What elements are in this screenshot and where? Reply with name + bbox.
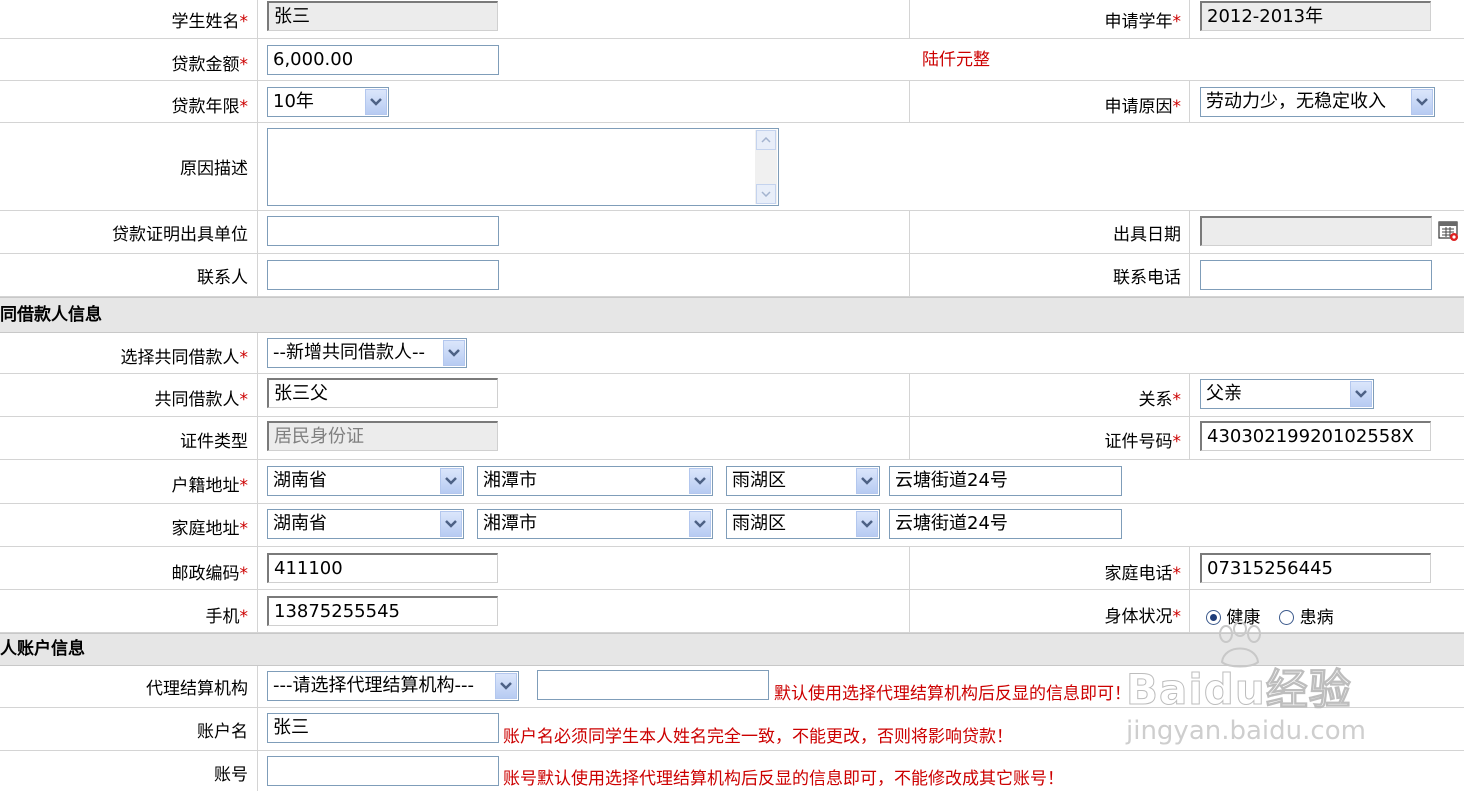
chevron-down-icon[interactable] <box>1411 89 1433 115</box>
cert-unit-label: 贷款证明出具单位 <box>112 225 248 245</box>
baidu-watermark-url: jingyan.baidu.com <box>1126 716 1366 746</box>
calendar-icon[interactable] <box>1438 220 1460 242</box>
relation-value: 父亲 <box>1206 383 1242 404</box>
account-name-input[interactable]: 张三 <box>267 713 499 743</box>
co-borrower-name-label: 共同借款人* <box>154 390 249 410</box>
cert-date-input[interactable] <box>1200 216 1432 246</box>
contact-phone-input[interactable] <box>1200 260 1432 290</box>
agency-select[interactable]: ---请选择代理结算机构--- <box>267 671 519 701</box>
account-name-label: 账户名 <box>197 722 248 742</box>
reason-desc-label: 原因描述 <box>180 159 248 179</box>
loan-amount-words: 陆仟元整 <box>922 50 990 70</box>
id-no-label: 证件号码* <box>1104 432 1182 452</box>
section-title: 个人账户信息 <box>0 639 85 659</box>
id-type-label: 证件类型 <box>180 432 248 452</box>
home-district-value: 雨湖区 <box>732 513 786 534</box>
loan-term-select[interactable]: 10年 <box>267 87 389 117</box>
select-co-borrower[interactable]: --新增共同借款人-- <box>267 338 467 368</box>
relation-select[interactable]: 父亲 <box>1200 379 1374 409</box>
agency-value: ---请选择代理结算机构--- <box>273 675 474 696</box>
mobile-input[interactable]: 13875255545 <box>267 596 498 626</box>
apply-year-label: 申请学年* <box>1104 12 1182 32</box>
select-co-borrower-value: --新增共同借款人-- <box>273 342 425 363</box>
hukou-city-value: 湘潭市 <box>483 470 537 491</box>
hukou-street-input[interactable]: 云塘街道24号 <box>889 466 1122 496</box>
chevron-down-icon[interactable] <box>365 89 387 115</box>
chevron-down-icon[interactable] <box>440 468 462 494</box>
home-phone-input[interactable]: 07315256445 <box>1200 553 1431 583</box>
contact-label: 联系人 <box>197 268 248 288</box>
chevron-down-icon[interactable] <box>689 511 711 537</box>
apply-reason-select[interactable]: 劳动力少，无稳定收入 <box>1200 87 1435 117</box>
home-street-input[interactable]: 云塘街道24号 <box>889 509 1122 539</box>
apply-year-field: 2012-2013年 <box>1200 1 1431 31</box>
student-name-field: 张三 <box>267 1 498 31</box>
contact-input[interactable] <box>267 260 499 290</box>
cert-date-label: 出具日期 <box>1113 225 1181 245</box>
textarea-scrollbar[interactable] <box>755 130 777 204</box>
hukou-province-select[interactable]: 湖南省 <box>267 466 464 496</box>
loan-term-value: 10年 <box>273 91 314 112</box>
scroll-down-icon[interactable] <box>756 184 776 204</box>
hukou-city-select[interactable]: 湘潭市 <box>477 466 713 496</box>
home-province-value: 湖南省 <box>273 513 327 534</box>
apply-reason-value: 劳动力少，无稳定收入 <box>1206 91 1386 112</box>
mobile-label: 手机* <box>205 607 249 627</box>
loan-amount-label: 贷款金额* <box>171 55 249 75</box>
chevron-down-icon[interactable] <box>443 340 465 366</box>
home-city-value: 湘潭市 <box>483 513 537 534</box>
account-no-note: 账号默认使用选择代理结算机构后反显的信息即可，不能修改成其它账号！ <box>503 769 1064 789</box>
health-radio-ill[interactable] <box>1279 610 1295 625</box>
id-type-field: 居民身份证 <box>267 421 498 451</box>
contact-phone-label: 联系电话 <box>1113 268 1181 288</box>
health-option-ill: 患病 <box>1299 608 1334 628</box>
account-name-note: 账户名必须同学生本人姓名完全一致，不能更改，否则将影响贷款！ <box>503 727 1013 747</box>
hukou-label: 户籍地址* <box>171 476 249 496</box>
co-borrower-name-input[interactable]: 张三父 <box>267 378 498 408</box>
chevron-down-icon[interactable] <box>689 468 711 494</box>
chevron-down-icon[interactable] <box>856 511 878 537</box>
apply-reason-label: 申请原因* <box>1104 97 1182 117</box>
section-title: 共同借款人信息 <box>0 305 102 325</box>
reason-desc-textarea[interactable] <box>267 128 779 206</box>
home-district-select[interactable]: 雨湖区 <box>726 509 880 539</box>
id-no-input[interactable]: 43030219920102558X <box>1200 421 1431 451</box>
paw-logo-icon <box>1212 621 1268 675</box>
agency-note: 默认使用选择代理结算机构后反显的信息即可！ <box>774 684 1131 704</box>
relation-label: 关系* <box>1138 390 1182 410</box>
hukou-district-select[interactable]: 雨湖区 <box>726 466 880 496</box>
agency-label: 代理结算机构 <box>146 679 248 699</box>
scroll-up-icon[interactable] <box>756 130 776 150</box>
hukou-province-value: 湖南省 <box>273 470 327 491</box>
account-no-label: 账号 <box>214 765 248 785</box>
home-address-label: 家庭地址* <box>171 519 249 539</box>
home-province-select[interactable]: 湖南省 <box>267 509 464 539</box>
chevron-down-icon[interactable] <box>1350 381 1372 407</box>
hukou-district-value: 雨湖区 <box>732 470 786 491</box>
loan-amount-input[interactable]: 6,000.00 <box>267 45 499 75</box>
select-co-borrower-label: 选择共同借款人* <box>120 348 249 368</box>
home-phone-label: 家庭电话* <box>1104 564 1182 584</box>
chevron-down-icon[interactable] <box>856 468 878 494</box>
agency-extra-input[interactable] <box>537 670 769 700</box>
chevron-down-icon[interactable] <box>440 511 462 537</box>
zip-label: 邮政编码* <box>171 564 249 584</box>
loan-term-label: 贷款年限* <box>171 97 249 117</box>
zip-input[interactable]: 411100 <box>267 553 498 583</box>
home-city-select[interactable]: 湘潭市 <box>477 509 713 539</box>
section-co-borrower: 共同借款人信息 <box>0 297 1464 333</box>
cert-unit-input[interactable] <box>267 216 499 246</box>
chevron-down-icon[interactable] <box>495 673 517 699</box>
student-name-label: 学生姓名* <box>171 12 249 32</box>
health-label: 身体状况* <box>1104 607 1182 627</box>
